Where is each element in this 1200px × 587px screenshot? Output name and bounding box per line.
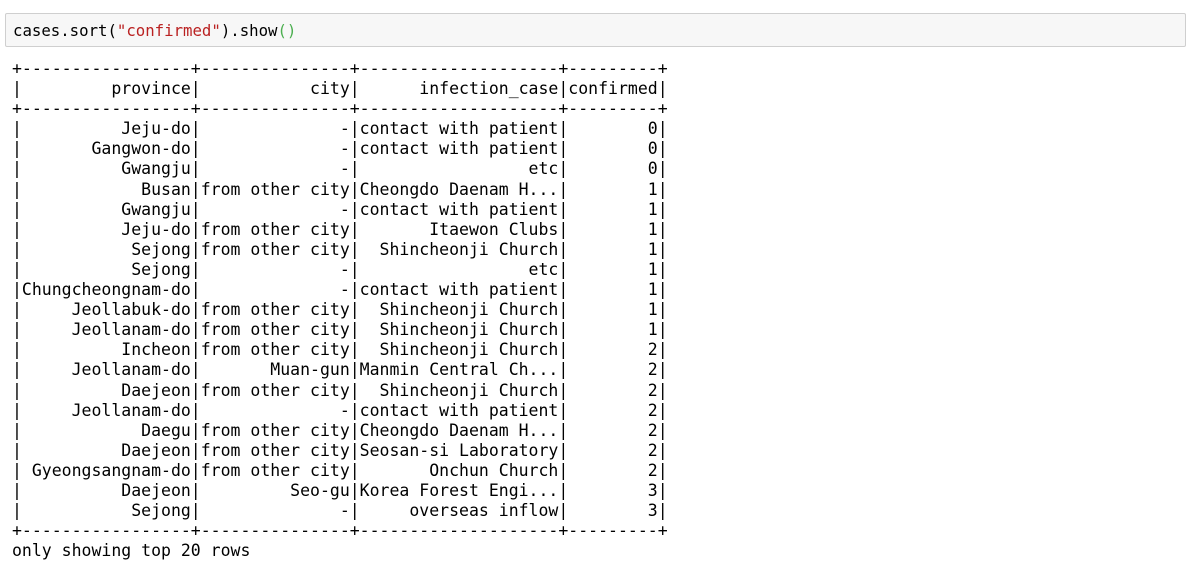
row-limit-note: only showing top 20 rows [12, 541, 251, 561]
code-call-parens: () [277, 21, 297, 40]
code-string-argument: "confirmed" [116, 21, 221, 40]
table-row: | Jeju-do| -|contact with patient| 0| [12, 119, 668, 139]
table-border-top: +-----------------+---------------+-----… [12, 59, 668, 78]
table-row: | Jeollanam-do| -|contact with patient| … [12, 400, 668, 420]
table-row: | Daejeon| Seo-gu|Korea Forest Engi...| … [12, 480, 668, 500]
table-row: | Jeollanam-do|from other city| Shincheo… [12, 320, 668, 340]
code-sort-call: .sort( [60, 21, 117, 40]
table-row: | Gyeongsangnam-do|from other city| Onch… [12, 460, 668, 480]
table-row: | Sejong| -| overseas inflow| 3| [12, 501, 668, 521]
table-row: | Daejeon|from other city|Seosan-si Labo… [12, 440, 668, 460]
table-border-bottom: +-----------------+---------------+-----… [12, 521, 668, 541]
code-object: cases [13, 21, 61, 40]
table-row: | Gwangju| -| etc| 0| [12, 159, 668, 179]
table-row: | Daegu|from other city|Cheongdo Daenam … [12, 420, 668, 440]
table-row: | Jeollanam-do| Muan-gun|Manmin Central … [12, 360, 668, 380]
table-header: | province| city| infection_case|confirm… [12, 79, 668, 99]
table-border-middle: +-----------------+---------------+-----… [12, 99, 668, 119]
table-row: | Busan|from other city|Cheongdo Daenam … [12, 179, 668, 199]
code-show-call: ).show [220, 21, 278, 40]
table-row: |Chungcheongnam-do| -|contact with patie… [12, 280, 668, 300]
cell-output: +-----------------+---------------+-----… [12, 59, 668, 561]
table-row: | Gwangju| -|contact with patient| 1| [12, 199, 668, 219]
code-cell-input[interactable]: cases.sort("confirmed").show() [5, 13, 1186, 47]
code-line[interactable]: cases.sort("confirmed").show() [13, 22, 296, 40]
table-row: | Gangwon-do| -|contact with patient| 0| [12, 139, 668, 159]
table-row: | Jeju-do|from other city| Itaewon Clubs… [12, 219, 668, 239]
table-row: | Sejong| -| etc| 1| [12, 259, 668, 279]
table-row: | Daejeon|from other city| Shincheonji C… [12, 380, 668, 400]
table-row: | Incheon|from other city| Shincheonji C… [12, 340, 668, 360]
table-row: | Jeollabuk-do|from other city| Shincheo… [12, 300, 668, 320]
table-row: | Sejong|from other city| Shincheonji Ch… [12, 239, 668, 259]
